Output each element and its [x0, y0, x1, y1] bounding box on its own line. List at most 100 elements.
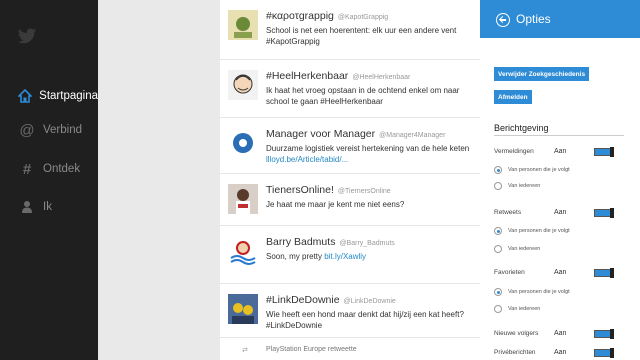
radio-dot [494, 182, 502, 190]
avatar[interactable] [228, 70, 258, 100]
tweet-handle[interactable]: @KapotGrappig [338, 14, 388, 21]
tweet-item[interactable]: #HeelHerkenbaar @HeelHerkenbaar Ik haat h… [220, 60, 480, 118]
tweet-text: Je haat me maar je kent me niet eens? [266, 200, 405, 209]
nav-item-label: Ontdek [43, 163, 81, 175]
tweet-link[interactable]: bit.ly/Xawliy [324, 252, 366, 261]
options-title: Opties [516, 12, 551, 26]
direct-messages-state: Aan [554, 349, 567, 356]
favorites-label: Favorieten [494, 269, 525, 276]
favorites-toggle[interactable] [594, 268, 614, 278]
section-divider [494, 135, 624, 136]
tweet-text: School is net een hoerentent: elk uur ee… [266, 26, 457, 46]
mentions-radio-following[interactable]: Van personen die je volgt [494, 166, 570, 174]
tweet-author: Manager voor Manager @Manager4Manager [266, 128, 445, 140]
new-followers-toggle[interactable] [594, 329, 614, 339]
tweet-item[interactable]: #καροτgrappig @KapotGrappig School is net… [220, 0, 480, 60]
notifications-section-title: Berichtgeving [494, 123, 549, 133]
retweets-state: Aan [554, 209, 567, 216]
direct-messages-label: Privéberichten [494, 349, 536, 356]
at-icon: @ [19, 121, 35, 139]
direct-messages-toggle[interactable] [594, 348, 614, 358]
radio-dot [494, 305, 502, 313]
toggle-knob [610, 348, 614, 358]
tweet-item[interactable]: #LinkDeDownie @LinkDeDownie Wie heeft een… [220, 284, 480, 338]
toggle-knob [610, 147, 614, 157]
options-header: Opties [480, 0, 640, 38]
nav-item-label: Ik [43, 201, 52, 213]
nav-sidebar: Startpagina @ Verbind # Ontdek Ik [0, 0, 98, 360]
nav-item-ik[interactable]: Ik [0, 196, 98, 218]
tweet-author-name[interactable]: TienersOnline! [266, 184, 334, 196]
tweet-text-body: Soon, my pretty [266, 252, 323, 261]
tweet-author-name[interactable]: Barry Badmuts [266, 236, 335, 248]
nav-item-verbind[interactable]: @ Verbind [0, 119, 98, 141]
back-arrow-icon[interactable] [496, 13, 510, 27]
tweet-handle[interactable]: @HeelHerkenbaar [352, 74, 410, 81]
tweet-author-name[interactable]: #καροτgrappig [266, 10, 334, 22]
nav-item-startpagina[interactable]: Startpagina [0, 85, 98, 107]
favorites-state: Aan [554, 269, 567, 276]
tweet-handle[interactable]: @LinkDeDownie [344, 298, 396, 305]
mentions-label: Vermeldingen [494, 148, 534, 155]
tweet-author-name[interactable]: #LinkDeDownie [266, 294, 340, 306]
radio-label: Van iedereen [508, 246, 541, 252]
radio-label: Van iedereen [508, 306, 541, 312]
avatar[interactable] [228, 294, 258, 324]
toggle-knob [610, 208, 614, 218]
mentions-toggle[interactable] [594, 147, 614, 157]
retweet-indicator[interactable]: ⇄ PlayStation Europe retweette [220, 338, 480, 360]
toggle-knob [610, 268, 614, 278]
retweet-icon: ⇄ [242, 347, 248, 354]
new-followers-label: Nieuwe volgers [494, 330, 539, 337]
tweet-author: Barry Badmuts @Barry_Badmuts [266, 236, 395, 248]
avatar[interactable] [228, 128, 258, 158]
tweet-handle[interactable]: @TiernersOnline [338, 188, 391, 195]
tweet-author: #καροτgrappig @KapotGrappig [266, 10, 388, 22]
tweet-author-name[interactable]: Manager voor Manager [266, 128, 375, 140]
home-icon [17, 89, 33, 103]
tweet-author: #LinkDeDownie @LinkDeDownie [266, 294, 396, 306]
tweet-text: Wie heeft een hond maar denkt dat hij/zi… [266, 310, 464, 330]
retweets-toggle[interactable] [594, 208, 614, 218]
tweet-text: Soon, my pretty bit.ly/Xawliy [266, 252, 476, 263]
radio-label: Van personen die je volgt [508, 167, 570, 173]
avatar[interactable] [228, 236, 258, 266]
nav-item-label: Verbind [43, 124, 83, 136]
radio-dot [494, 245, 502, 253]
tweet-item[interactable]: Barry Badmuts @Barry_Badmuts Soon, my pre… [220, 226, 480, 284]
logout-button[interactable]: Afmelden [494, 90, 532, 104]
favorites-radio-following[interactable]: Van personen die je volgt [494, 288, 570, 296]
tweet-item[interactable]: Manager voor Manager @Manager4Manager Duu… [220, 118, 480, 174]
tweet-text: Duurzame logistiek vereist hertekening v… [266, 144, 476, 165]
clear-search-history-button[interactable]: Verwijder Zoekgeschiedenis [494, 67, 590, 81]
person-icon [17, 200, 37, 214]
options-panel: Opties Verwijder Zoekgeschiedenis Afmeld… [480, 0, 640, 360]
avatar[interactable] [228, 184, 258, 214]
radio-dot [494, 227, 502, 235]
retweets-radio-following[interactable]: Van personen die je volgt [494, 227, 570, 235]
radio-dot [494, 288, 502, 296]
tweet-text-body: Duurzame logistiek vereist hertekening v… [266, 144, 470, 153]
new-followers-state: Aan [554, 330, 567, 337]
nav-item-label: Startpagina [39, 90, 98, 102]
favorites-radio-everyone[interactable]: Van iedereen [494, 305, 540, 313]
tweet-handle[interactable]: @Manager4Manager [379, 132, 445, 139]
hash-icon: # [22, 160, 32, 178]
tweet-text: Ik haat het vroeg opstaan in de ochtend … [266, 86, 460, 106]
nav-item-ontdek[interactable]: # Ontdek [0, 158, 98, 180]
tweet-item[interactable]: TienersOnline! @TiernersOnline Je haat me… [220, 174, 480, 226]
radio-dot [494, 166, 502, 174]
avatar[interactable] [228, 10, 258, 40]
tweet-author-name[interactable]: #HeelHerkenbaar [266, 70, 348, 82]
toggle-knob [610, 329, 614, 339]
tweet-author: #HeelHerkenbaar @HeelHerkenbaar [266, 70, 410, 82]
mentions-state: Aan [554, 148, 567, 155]
retweet-label: PlayStation Europe retweette [266, 346, 357, 353]
radio-label: Van iedereen [508, 183, 541, 189]
tweet-handle[interactable]: @Barry_Badmuts [339, 240, 394, 247]
mentions-radio-everyone[interactable]: Van iedereen [494, 182, 540, 190]
tweet-feed[interactable]: #καροτgrappig @KapotGrappig School is net… [220, 0, 480, 360]
radio-label: Van personen die je volgt [508, 228, 570, 234]
tweet-link[interactable]: llloyd.be/Article/tabid/... [266, 155, 348, 164]
retweets-radio-everyone[interactable]: Van iedereen [494, 245, 540, 253]
